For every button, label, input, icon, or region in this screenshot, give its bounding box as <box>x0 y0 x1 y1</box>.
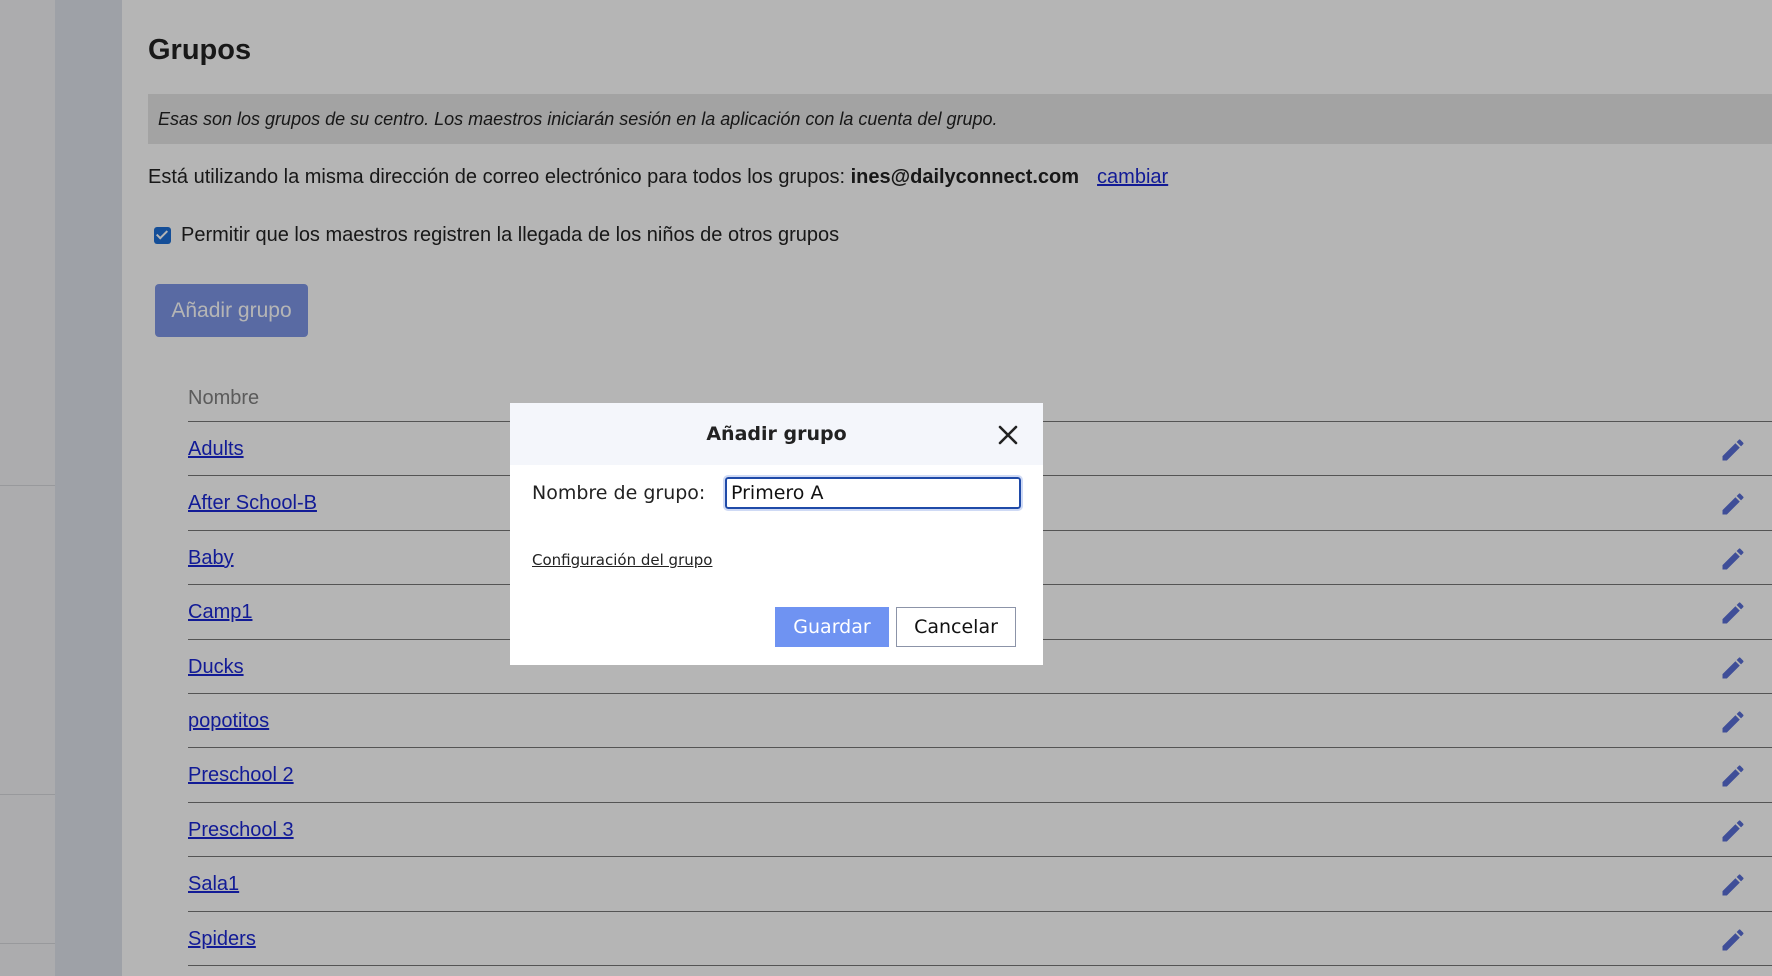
group-settings-link[interactable]: Configuración del grupo <box>532 551 712 569</box>
group-name-label: Nombre de grupo: <box>532 482 706 504</box>
group-name-input[interactable] <box>723 475 1023 511</box>
cancel-button[interactable]: Cancelar <box>896 607 1016 647</box>
close-icon[interactable] <box>996 423 1020 447</box>
dialog-header: Añadir grupo <box>510 403 1043 465</box>
save-button[interactable]: Guardar <box>775 607 889 647</box>
add-group-dialog: Añadir grupo Nombre de grupo: Configurac… <box>510 403 1043 665</box>
dialog-title: Añadir grupo <box>706 423 847 445</box>
